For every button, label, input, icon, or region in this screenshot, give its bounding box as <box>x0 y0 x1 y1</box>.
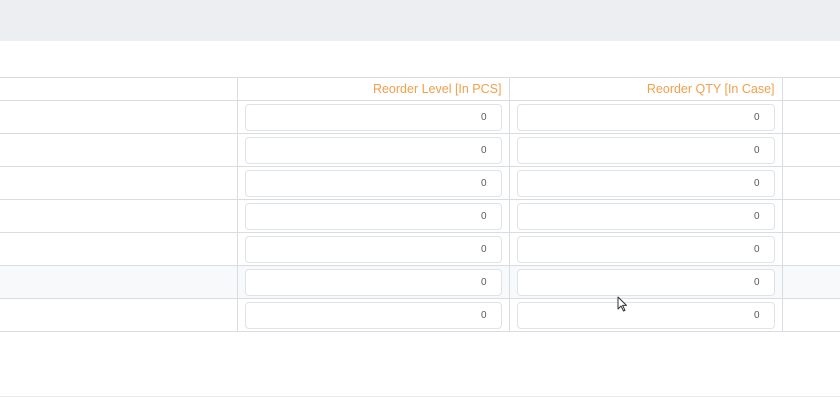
reorder-qty-input[interactable] <box>516 202 775 230</box>
bottom-divider <box>0 396 840 397</box>
table-row <box>0 166 840 200</box>
table-row <box>0 199 840 233</box>
name-cell <box>0 265 237 299</box>
name-cell <box>0 133 237 167</box>
table-row <box>0 100 840 134</box>
column-header-extra <box>781 77 840 101</box>
reorder-level-cell <box>236 232 509 266</box>
table-row <box>0 232 840 266</box>
reorder-qty-input[interactable] <box>516 169 775 197</box>
reorder-qty-cell <box>508 232 782 266</box>
name-cell <box>0 298 237 332</box>
column-header-name <box>0 77 237 101</box>
reorder-level-cell <box>236 166 509 200</box>
name-cell <box>0 232 237 266</box>
reorder-level-input[interactable] <box>244 169 502 197</box>
reorder-level-input[interactable] <box>244 202 502 230</box>
extra-cell <box>781 100 840 134</box>
reorder-qty-input[interactable] <box>516 301 775 329</box>
reorder-qty-input[interactable] <box>516 136 775 164</box>
reorder-level-input[interactable] <box>244 103 502 131</box>
extra-cell <box>781 265 840 299</box>
name-cell <box>0 100 237 134</box>
reorder-level-cell <box>236 133 509 167</box>
table-row <box>0 133 840 167</box>
column-header-reorder-qty: Reorder QTY [In Case] <box>508 77 782 101</box>
table-row <box>0 298 840 332</box>
extra-cell <box>781 232 840 266</box>
reorder-qty-input[interactable] <box>516 235 775 263</box>
name-cell <box>0 166 237 200</box>
extra-cell <box>781 133 840 167</box>
reorder-level-input[interactable] <box>244 235 502 263</box>
reorder-table: Reorder Level [In PCS] Reorder QTY [In C… <box>0 77 840 332</box>
reorder-qty-cell <box>508 298 782 332</box>
reorder-level-cell <box>236 265 509 299</box>
extra-cell <box>781 298 840 332</box>
top-band <box>0 0 840 41</box>
reorder-level-cell <box>236 298 509 332</box>
column-header-reorder-level: Reorder Level [In PCS] <box>236 77 509 101</box>
reorder-level-cell <box>236 199 509 233</box>
reorder-qty-cell <box>508 100 782 134</box>
reorder-level-cell <box>236 100 509 134</box>
table-row <box>0 265 840 299</box>
extra-cell <box>781 166 840 200</box>
table-header-row: Reorder Level [In PCS] Reorder QTY [In C… <box>0 77 840 101</box>
reorder-level-input[interactable] <box>244 136 502 164</box>
name-cell <box>0 199 237 233</box>
page: Reorder Level [In PCS] Reorder QTY [In C… <box>0 0 840 400</box>
reorder-qty-input[interactable] <box>516 103 775 131</box>
reorder-qty-cell <box>508 199 782 233</box>
reorder-qty-input[interactable] <box>516 268 775 296</box>
mouse-pointer-icon <box>617 296 627 312</box>
reorder-level-input[interactable] <box>244 301 502 329</box>
reorder-qty-cell <box>508 166 782 200</box>
reorder-qty-cell <box>508 265 782 299</box>
reorder-qty-cell <box>508 133 782 167</box>
reorder-level-input[interactable] <box>244 268 502 296</box>
extra-cell <box>781 199 840 233</box>
